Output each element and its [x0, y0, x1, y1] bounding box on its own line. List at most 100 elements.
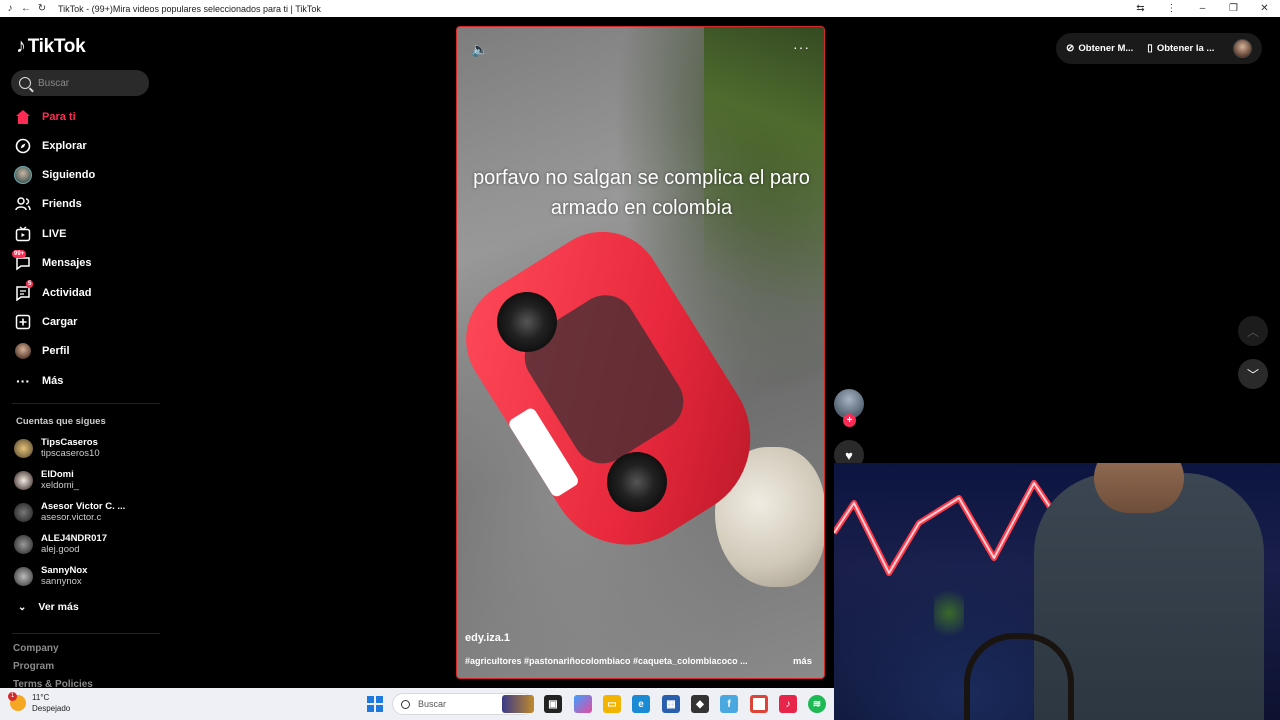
previous-video-button[interactable]: ︿ [1238, 316, 1268, 346]
nav-label: Mensajes [42, 257, 92, 269]
followed-account[interactable]: Asesor Victor C. ... asesor.victor.c [14, 499, 125, 525]
search-input[interactable] [38, 77, 138, 89]
nav-item-cargar[interactable]: Cargar [14, 311, 77, 333]
account-avatar [14, 470, 33, 490]
taskbar-search-placeholder: Buscar [418, 699, 447, 709]
search-box[interactable] [11, 70, 149, 96]
spotify-icon[interactable]: ≋ [808, 695, 826, 713]
followed-account[interactable]: ALEJ4NDR017 alej.good [14, 531, 107, 557]
weather-widget[interactable]: 1 11°C Despejado [8, 692, 70, 714]
nav-item-siguiendo[interactable]: Siguiendo [14, 164, 95, 186]
nav-item-live[interactable]: LIVE [14, 223, 66, 245]
restore-button[interactable]: ❐ [1218, 3, 1249, 14]
menu-dots-icon[interactable]: ⋮ [1156, 3, 1187, 14]
followed-account[interactable]: ElDomi xeldomi_ [14, 467, 79, 493]
chrome-icon[interactable] [750, 695, 768, 713]
nav-label: Perfil [42, 345, 70, 357]
nav-item-explorar[interactable]: Explorar [14, 135, 87, 157]
webcam-chair [964, 633, 1074, 720]
friends-icon [14, 195, 32, 213]
account-name: TipsCaseros [41, 437, 98, 448]
video-more-button[interactable]: más [793, 656, 812, 667]
close-button[interactable]: ✕ [1249, 3, 1280, 14]
compass-icon [14, 137, 32, 155]
weather-sun-icon: 1 [8, 692, 26, 711]
follow-plus-icon[interactable]: + [843, 414, 856, 427]
store-icon[interactable]: ▦ [662, 695, 680, 713]
video-author[interactable]: edy.iza.1 [465, 632, 510, 644]
back-arrow-icon[interactable]: ← [20, 3, 32, 15]
tiktok-favicon-icon: ♪ [7, 3, 13, 14]
video-options-icon[interactable]: ··· [793, 39, 810, 55]
upload-icon [14, 313, 32, 331]
reload-icon[interactable]: ↻ [36, 3, 48, 15]
see-more-link[interactable]: ⌄ Ver más [18, 601, 79, 613]
account-avatar [14, 534, 33, 554]
following-avatar-icon [14, 166, 32, 184]
next-video-button[interactable]: ﹀ [1238, 359, 1268, 389]
following-section-title: Cuentas que sigues [16, 416, 106, 427]
app-f-icon[interactable]: f [720, 695, 738, 713]
messages-icon: 99+ [12, 250, 32, 272]
translate-icon[interactable]: ⇆ [1125, 3, 1156, 14]
live-icon [14, 225, 32, 243]
video-hashtags[interactable]: #agricultores #pastonariñocolombiaco #ca… [465, 656, 755, 666]
get-app-link-1[interactable]: ⊘ Obtener M... [1066, 43, 1133, 54]
nav-item-mas[interactable]: ··· Más [14, 370, 63, 392]
windows-start-icon[interactable] [367, 696, 383, 712]
logo-text: TikTok [27, 35, 86, 57]
messages-badge: 99+ [12, 250, 27, 258]
phone-icon: ▯ [1147, 43, 1153, 54]
chevron-down-icon: ⌄ [18, 601, 27, 613]
video-player[interactable]: 🔈 ··· porfavo no salgan se complica el p… [456, 26, 825, 679]
nav-item-actividad[interactable]: 5 Actividad [14, 280, 92, 304]
webcam-person-head [1094, 463, 1184, 513]
app-cube-icon[interactable]: ◆ [691, 695, 709, 713]
volume-icon[interactable]: 🔈 [471, 41, 488, 58]
chevron-up-icon: ︿ [1246, 324, 1259, 339]
account-avatar [14, 566, 33, 586]
divider [12, 633, 160, 634]
footer-link-company[interactable]: Company [13, 643, 59, 654]
nav-item-mensajes[interactable]: 99+ Mensajes [12, 250, 92, 274]
webcam-overlay [834, 463, 1280, 720]
nav-label: Friends [42, 198, 82, 210]
nav-item-perfil[interactable]: Perfil [14, 340, 70, 362]
edge-icon[interactable]: e [632, 695, 650, 713]
tiktok-note-icon: ♪ [16, 35, 26, 57]
followed-account[interactable]: SannyNox sannynox [14, 563, 87, 589]
video-frame-wheel [497, 292, 557, 352]
tiktok-app-icon[interactable]: ♪ [779, 695, 797, 713]
tiktok-logo[interactable]: ♪ TikTok [16, 35, 86, 58]
account-name: Asesor Victor C. ... [41, 501, 126, 512]
footer-link-program[interactable]: Program [13, 661, 54, 672]
webcam-tree-lights [934, 583, 964, 643]
account-handle: xeldomi_ [41, 480, 80, 491]
nav-item-friends[interactable]: Friends [14, 193, 82, 215]
top-right-actions: ⊘ Obtener M... ▯ Obtener la ... [1056, 33, 1262, 64]
task-view-icon[interactable]: ▣ [544, 695, 562, 713]
account-avatar [14, 438, 33, 458]
user-avatar[interactable] [1233, 39, 1252, 58]
video-overlay-text: porfavo no salgan se complica el paro ar… [473, 167, 810, 219]
weather-temperature: 11°C [32, 693, 50, 702]
windows-taskbar: 1 11°C Despejado Buscar ▣ ▭ e ▦ ◆ f ♪ ≋ [0, 688, 834, 720]
followed-account[interactable]: TipsCaseros tipscaseros10 [14, 435, 100, 461]
video-frame-wheel [607, 452, 667, 512]
account-handle: tipscaseros10 [41, 448, 100, 459]
search-icon [401, 699, 410, 709]
search-icon [19, 77, 31, 89]
chevron-down-icon: ﹀ [1246, 367, 1259, 382]
minimize-button[interactable]: – [1187, 3, 1218, 14]
account-name: ElDomi [41, 469, 74, 480]
copilot-icon[interactable] [574, 695, 592, 713]
account-handle: sannynox [41, 576, 82, 587]
search-highlight-icon[interactable] [502, 695, 534, 713]
sidebar: ♪ TikTok Para ti Explorar Siguiendo Frie… [0, 17, 160, 690]
heart-icon: ♥ [845, 447, 853, 463]
activity-icon: 5 [14, 280, 34, 302]
file-explorer-icon[interactable]: ▭ [603, 695, 621, 713]
nav-item-para-ti[interactable]: Para ti [14, 106, 76, 128]
get-app-link-2[interactable]: ▯ Obtener la ... [1147, 43, 1214, 54]
activity-badge: 5 [26, 280, 34, 288]
